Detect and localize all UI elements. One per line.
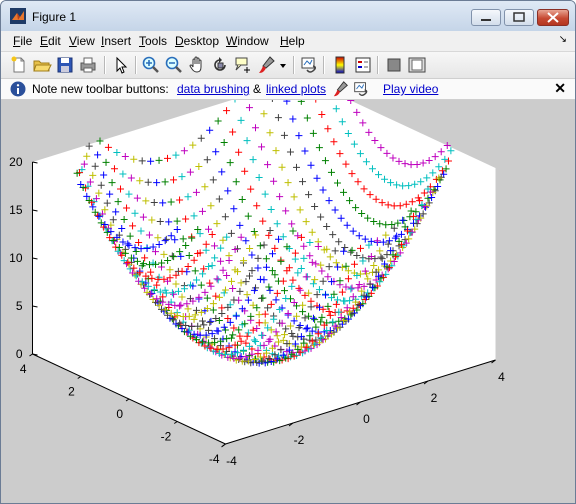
- z-tick-label: 10: [9, 251, 23, 265]
- x-tick-label: -2: [294, 433, 305, 447]
- maximize-button[interactable]: [504, 9, 534, 26]
- y-tick-label: 2: [68, 385, 75, 399]
- dock-arrow-icon[interactable]: ↘: [559, 34, 567, 45]
- y-tick: [173, 421, 178, 424]
- toolbar-separator: [104, 56, 106, 74]
- data-brushing-link[interactable]: data brushing: [177, 82, 250, 96]
- brush-icon[interactable]: [332, 80, 350, 98]
- y-tick-label: 0: [116, 407, 123, 421]
- close-button[interactable]: [537, 9, 569, 26]
- minimize-button[interactable]: [471, 9, 501, 26]
- data-cursor-icon[interactable]: [233, 55, 253, 75]
- zoom-in-icon[interactable]: [141, 55, 161, 75]
- maximize-icon: [513, 12, 525, 22]
- figure-window: Figure 1 File Edit View Insert Tools Des…: [0, 0, 576, 504]
- toolbar-separator: [323, 56, 325, 74]
- figure-toolbar: [1, 52, 575, 79]
- brush-icon[interactable]: [257, 55, 277, 75]
- pan-hand-icon[interactable]: [187, 55, 207, 75]
- y-tick: [77, 376, 82, 379]
- open-file-icon[interactable]: [32, 55, 52, 75]
- info-bar: Note new toolbar buttons: data brushing …: [1, 79, 575, 100]
- toolbar-separator: [293, 56, 295, 74]
- x-tick-label: 0: [363, 412, 370, 426]
- menu-view[interactable]: View: [69, 34, 95, 48]
- print-icon[interactable]: [78, 55, 98, 75]
- zoom-out-icon[interactable]: [164, 55, 184, 75]
- menu-help[interactable]: Help: [280, 34, 305, 48]
- toolbar-separator: [135, 56, 137, 74]
- info-bar-close-icon[interactable]: ✕: [554, 80, 566, 97]
- close-icon: [547, 12, 559, 23]
- hide-plot-tools-icon[interactable]: [384, 55, 404, 75]
- y-tick-label: -2: [161, 430, 172, 444]
- colorbar-icon[interactable]: [330, 55, 350, 75]
- x-tick-label: 4: [498, 370, 505, 384]
- save-icon[interactable]: [55, 55, 75, 75]
- info-bar-message: Note new toolbar buttons:: [32, 82, 169, 96]
- new-figure-icon[interactable]: [9, 55, 29, 75]
- menu-desktop[interactable]: Desktop: [175, 34, 219, 48]
- link-plot-icon[interactable]: [352, 80, 370, 98]
- play-video-link[interactable]: Play video: [383, 82, 438, 96]
- menu-insert[interactable]: Insert: [101, 34, 131, 48]
- y-tick-label: -4: [209, 452, 220, 466]
- x-tick-label: 2: [431, 391, 438, 405]
- z-tick-label: 15: [9, 203, 23, 217]
- z-tick-label: 5: [16, 299, 23, 313]
- info-icon: [10, 81, 26, 97]
- z-tick-label: 20: [9, 155, 23, 169]
- linked-plots-link[interactable]: linked plots: [266, 82, 326, 96]
- rotate-3d-icon[interactable]: [210, 55, 230, 75]
- window-title: Figure 1: [32, 10, 77, 24]
- y-tick: [29, 353, 33, 357]
- y-tick-label: 4: [20, 362, 27, 376]
- title-bar[interactable]: Figure 1: [1, 1, 575, 31]
- menu-window[interactable]: Window: [226, 34, 269, 48]
- figure-canvas: -4 -2 0 2 4 -4 -2 0 2 4 0 5 10 15 20: [1, 100, 575, 503]
- minimize-icon: [481, 19, 491, 21]
- info-bar-ampersand: &: [253, 82, 262, 96]
- menu-edit[interactable]: Edit: [40, 34, 61, 48]
- toolbar-separator: [377, 56, 379, 74]
- legend-icon[interactable]: [353, 55, 373, 75]
- show-plot-tools-icon[interactable]: [407, 55, 427, 75]
- surface-plot-3d[interactable]: -4-2024-4-202405101520: [1, 100, 575, 503]
- edit-plot-arrow-icon[interactable]: [111, 55, 131, 75]
- menu-tools[interactable]: Tools: [139, 34, 167, 48]
- link-plot-icon[interactable]: [299, 55, 319, 75]
- x-tick-label: -4: [226, 454, 237, 468]
- matlab-logo-icon: [10, 8, 26, 24]
- menu-file[interactable]: File: [13, 34, 32, 48]
- brush-dropdown-icon[interactable]: [277, 55, 289, 75]
- menu-bar: File Edit View Insert Tools Desktop Wind…: [1, 31, 575, 52]
- y-tick: [125, 398, 130, 402]
- z-tick-label: 0: [16, 347, 23, 361]
